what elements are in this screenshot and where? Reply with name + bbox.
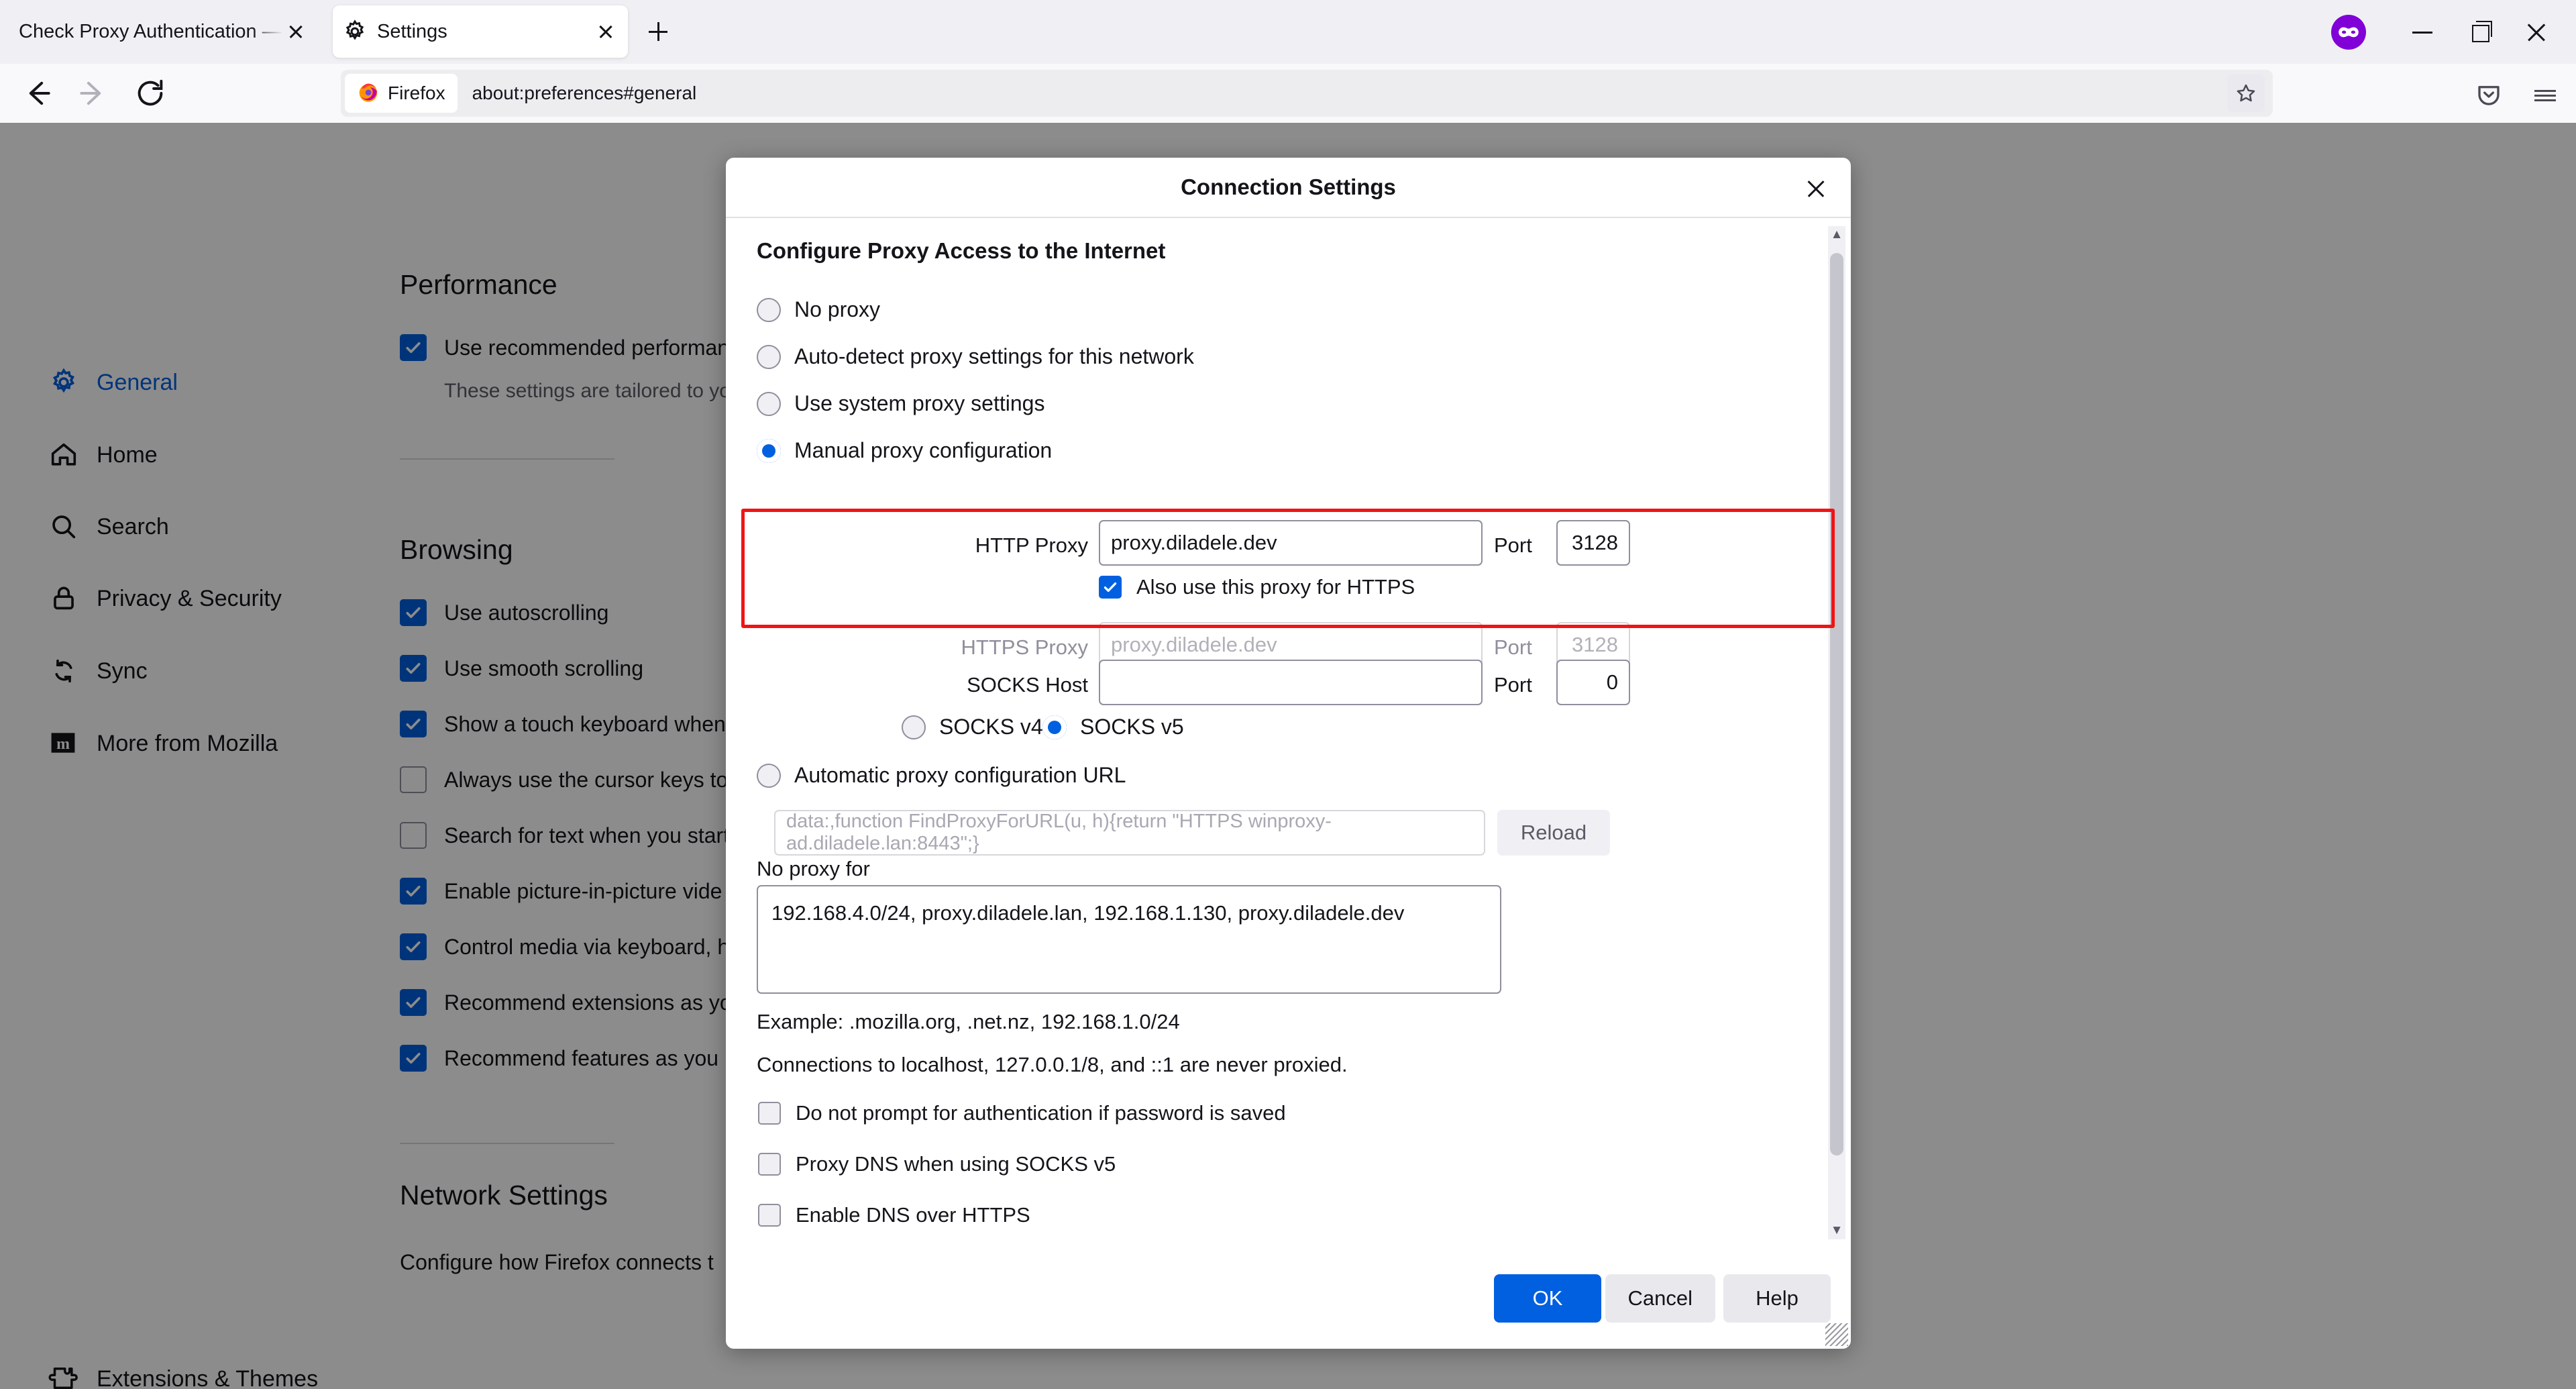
private-browsing-mask-icon[interactable]	[2331, 15, 2366, 50]
radio-use-system-proxy[interactable]: Use system proxy settings	[757, 391, 1044, 416]
no-proxy-for-textarea[interactable]: 192.168.4.0/24, proxy.diladele.lan, 192.…	[757, 885, 1501, 994]
browser-tab-active[interactable]: Settings	[333, 5, 628, 58]
scroll-down-icon[interactable]: ▼	[1828, 1222, 1845, 1239]
https-port-label: Port	[1494, 635, 1532, 659]
radio-socks-v4[interactable]: SOCKS v4	[902, 715, 1043, 739]
firefox-logo-icon	[357, 81, 380, 107]
cancel-button[interactable]: Cancel	[1605, 1274, 1715, 1323]
tab-label: Check Proxy Authentication — Web	[19, 20, 283, 42]
checkbox-label: Do not prompt for authentication if pass…	[796, 1101, 1286, 1125]
checkbox-label: Proxy DNS when using SOCKS v5	[796, 1152, 1116, 1176]
http-proxy-input[interactable]: proxy.diladele.dev	[1099, 520, 1483, 566]
help-button[interactable]: Help	[1723, 1274, 1831, 1323]
hamburger-menu-icon[interactable]	[2528, 78, 2563, 113]
checkbox-box	[758, 1204, 781, 1227]
connection-settings-dialog: Connection Settings Configure Proxy Acce…	[726, 158, 1851, 1349]
dialog-header: Connection Settings	[726, 158, 1851, 218]
no-proxy-example: Example: .mozilla.org, .net.nz, 192.168.…	[757, 1010, 1180, 1033]
radio-auto-detect-proxy[interactable]: Auto-detect proxy settings for this netw…	[757, 344, 1194, 369]
checkbox-box	[1099, 576, 1122, 599]
scrollbar-thumb[interactable]	[1830, 253, 1843, 1155]
radio-manual-proxy-configuration[interactable]: Manual proxy configuration	[757, 438, 1052, 463]
reload-pac-button[interactable]: Reload	[1497, 810, 1610, 856]
browser-tab-bar: Check Proxy Authentication — Web Setting…	[0, 0, 2576, 64]
radio-label: SOCKS v5	[1080, 715, 1184, 739]
radio-automatic-proxy-configuration-url[interactable]: Automatic proxy configuration URL	[757, 763, 1126, 788]
reload-icon[interactable]	[131, 74, 169, 112]
forward-icon[interactable]	[75, 74, 113, 112]
socks-host-input[interactable]	[1099, 660, 1483, 705]
new-tab-button[interactable]	[643, 16, 674, 47]
pocket-icon[interactable]	[2471, 78, 2506, 113]
window-close-button[interactable]	[2517, 12, 2557, 52]
https-proxy-label: HTTPS Proxy	[961, 635, 1088, 659]
bookmark-star-icon[interactable]	[2227, 74, 2265, 112]
address-bar[interactable]: Firefox about:preferences#general	[341, 70, 2273, 117]
url-text: about:preferences#general	[472, 83, 697, 103]
radio-circle	[757, 391, 781, 416]
tab-close-icon[interactable]	[593, 19, 619, 44]
radio-label: Auto-detect proxy settings for this netw…	[794, 344, 1194, 368]
http-port-input[interactable]: 3128	[1556, 520, 1630, 566]
dialog-resize-grip[interactable]	[1825, 1323, 1848, 1346]
menu-line	[2534, 99, 2556, 101]
browser-tab-inactive[interactable]: Check Proxy Authentication — Web	[9, 5, 318, 58]
radio-label: SOCKS v4	[939, 715, 1043, 739]
radio-circle	[757, 763, 781, 788]
localhost-note: Connections to localhost, 127.0.0.1/8, a…	[757, 1053, 1348, 1076]
radio-label: No proxy	[794, 297, 881, 321]
checkbox-also-use-proxy-for-https[interactable]: Also use this proxy for HTTPS	[1099, 575, 1415, 599]
no-proxy-for-label: No proxy for	[757, 857, 870, 880]
checkbox-label: Also use this proxy for HTTPS	[1136, 575, 1415, 599]
window-minimize-button[interactable]	[2403, 12, 2443, 52]
socks-port-input[interactable]: 0	[1556, 660, 1630, 705]
socks-host-label: SOCKS Host	[967, 673, 1088, 697]
http-proxy-label: HTTP Proxy	[975, 533, 1088, 557]
checkbox-do-not-prompt-authentication[interactable]: Do not prompt for authentication if pass…	[758, 1101, 1286, 1125]
radio-label: Manual proxy configuration	[794, 438, 1053, 462]
radio-socks-v5[interactable]: SOCKS v5	[1042, 715, 1184, 739]
dialog-title: Connection Settings	[1181, 174, 1396, 199]
scroll-up-icon[interactable]: ▲	[1828, 226, 1845, 244]
radio-no-proxy[interactable]: No proxy	[757, 297, 880, 322]
ok-button[interactable]: OK	[1494, 1274, 1601, 1323]
tab-label: Settings	[377, 20, 447, 42]
checkbox-proxy-dns-socks-v5[interactable]: Proxy DNS when using SOCKS v5	[758, 1152, 1116, 1176]
checkbox-enable-dns-over-https[interactable]: Enable DNS over HTTPS	[758, 1203, 1030, 1227]
radio-circle	[757, 344, 781, 369]
http-port-label: Port	[1494, 533, 1532, 557]
identity-chip[interactable]: Firefox	[345, 74, 458, 113]
checkbox-label: Enable DNS over HTTPS	[796, 1203, 1030, 1227]
pac-url-input[interactable]: data:,function FindProxyForURL(u, h){ret…	[774, 810, 1485, 856]
close-icon[interactable]	[1800, 172, 1832, 205]
dialog-footer: OK Cancel Help	[726, 1251, 1851, 1349]
back-icon[interactable]	[17, 74, 55, 112]
dialog-body: Configure Proxy Access to the Internet N…	[726, 218, 1851, 1251]
menu-line	[2534, 94, 2556, 97]
radio-label: Automatic proxy configuration URL	[794, 763, 1126, 787]
radio-circle	[902, 715, 926, 739]
radio-circle	[757, 438, 781, 463]
configure-proxy-heading: Configure Proxy Access to the Internet	[757, 238, 1166, 263]
menu-line	[2534, 89, 2556, 92]
socks-port-label: Port	[1494, 673, 1532, 697]
window-restore-button[interactable]	[2461, 12, 2501, 52]
radio-label: Use system proxy settings	[794, 391, 1045, 415]
gear-icon	[342, 19, 368, 44]
radio-circle	[1042, 715, 1067, 739]
checkbox-box	[758, 1153, 781, 1176]
radio-circle	[757, 297, 781, 322]
checkbox-box	[758, 1102, 781, 1125]
dialog-scrollbar[interactable]: ▲ ▼	[1828, 226, 1845, 1239]
identity-chip-label: Firefox	[388, 83, 445, 103]
tab-close-icon[interactable]	[283, 19, 309, 44]
